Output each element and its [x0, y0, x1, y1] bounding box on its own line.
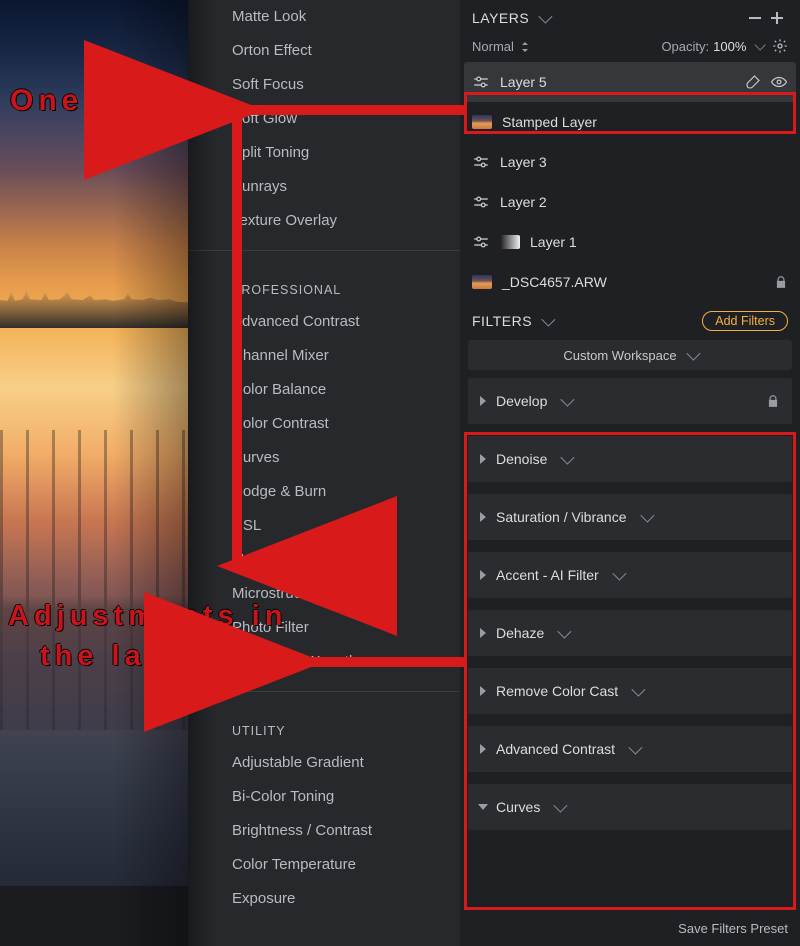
photo-railing — [0, 430, 188, 730]
divider — [188, 691, 460, 692]
catalog-item[interactable]: Orton Effect — [188, 34, 460, 68]
catalog-item[interactable]: Exposure — [188, 882, 460, 916]
catalog-item[interactable]: Matte Look — [188, 0, 460, 34]
filter-item[interactable]: Develop — [468, 378, 792, 424]
layer-name: Layer 5 — [500, 74, 734, 90]
layers-title-text: LAYERS — [472, 10, 529, 26]
photo-bottom-bar — [0, 886, 188, 946]
layer-row[interactable]: Layer 2 — [464, 182, 796, 222]
catalog-item[interactable]: Brightness / Contrast — [188, 814, 460, 848]
annotation-box-layer — [464, 92, 796, 134]
filters-header: FILTERS Add Filters — [460, 302, 800, 340]
workspace-label: Custom Workspace — [563, 348, 676, 363]
layers-header: LAYERS — [460, 0, 800, 36]
eye-icon[interactable] — [770, 73, 788, 91]
workspace-select[interactable]: Custom Workspace — [468, 340, 792, 370]
canvas-photo — [0, 0, 188, 946]
gear-icon[interactable] — [772, 38, 788, 54]
opacity-label: Opacity: — [661, 39, 709, 54]
chevron-down-icon — [561, 393, 575, 407]
opacity-value-text: 100% — [713, 39, 746, 54]
layer-thumb — [500, 235, 520, 249]
chevron-down-icon — [539, 10, 553, 24]
add-filters-button[interactable]: Add Filters — [702, 311, 788, 331]
blend-row: Normal Opacity: 100% — [460, 36, 800, 62]
chevron-down-icon — [541, 313, 555, 327]
catalog-item[interactable]: Bi-Color Toning — [188, 780, 460, 814]
sliders-icon — [472, 233, 490, 251]
layers-title[interactable]: LAYERS — [472, 10, 549, 26]
disclosure-triangle-icon — [480, 396, 486, 406]
save-filters-preset[interactable]: Save Filters Preset — [678, 921, 788, 936]
annotation-box-filters — [464, 432, 796, 910]
layer-thumb — [472, 275, 492, 289]
lock-icon — [766, 394, 780, 408]
add-layer-button[interactable] — [766, 7, 788, 29]
lock-icon — [774, 275, 788, 289]
catalog-item[interactable]: Color Temperature — [188, 848, 460, 882]
collapse-layers-button[interactable] — [744, 7, 766, 29]
catalog-item[interactable]: Adjustable Gradient — [188, 746, 460, 780]
blend-mode-select[interactable]: Normal — [472, 39, 530, 54]
opacity-value[interactable]: 100% — [713, 39, 764, 54]
layer-row[interactable]: _DSC4657.ARW — [464, 262, 796, 302]
layer-name: Layer 1 — [530, 234, 778, 250]
catalog-item[interactable]: Photo Filter — [188, 611, 460, 645]
layer-row[interactable]: Layer 3 — [464, 142, 796, 182]
brush-icon[interactable] — [744, 73, 762, 91]
annotation-arrow-bottom — [288, 646, 474, 676]
sliders-icon — [472, 153, 490, 171]
filters-title-text: FILTERS — [472, 313, 532, 329]
layer-name: Layer 3 — [500, 154, 778, 170]
layer-row[interactable]: Layer 1 — [464, 222, 796, 262]
layer-name: Layer 2 — [500, 194, 778, 210]
filters-title[interactable]: FILTERS — [472, 313, 552, 329]
sliders-icon — [472, 193, 490, 211]
catalog-header-utility: UTILITY — [188, 716, 460, 746]
filter-name: Develop — [496, 393, 547, 409]
annotation-arrow-top — [228, 94, 474, 124]
sliders-icon — [472, 73, 490, 91]
photo-skyline — [0, 288, 188, 328]
layer-name: _DSC4657.ARW — [502, 274, 764, 290]
chevron-down-icon — [754, 39, 765, 50]
chevron-down-icon — [686, 347, 700, 361]
annotation-arrow-vertical — [220, 118, 260, 584]
blend-mode-label: Normal — [472, 39, 514, 54]
